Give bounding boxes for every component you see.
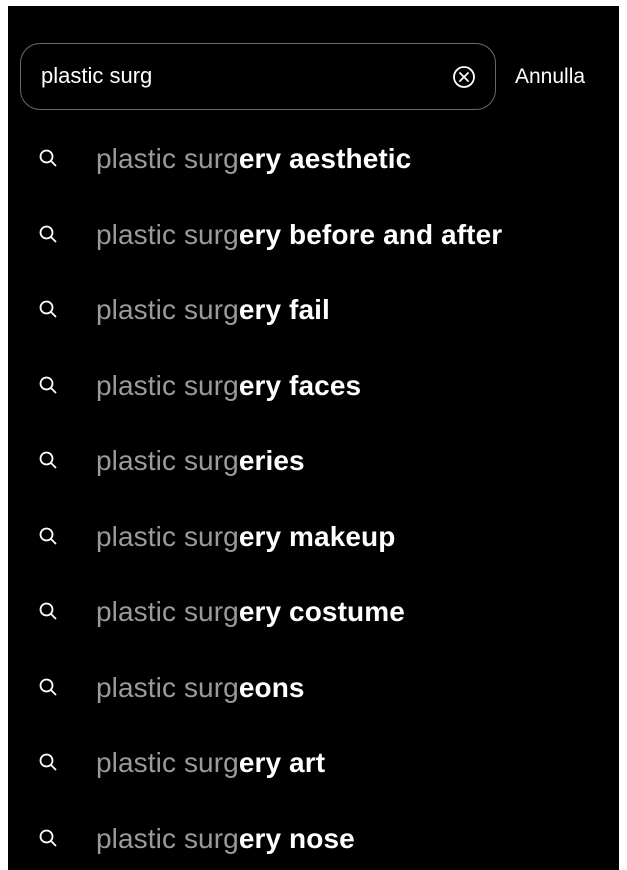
search-icon [38, 299, 58, 319]
search-icon [38, 450, 58, 470]
suggestion-item[interactable]: plastic surgery costume [8, 572, 619, 648]
search-icon [38, 526, 58, 546]
suggestion-item[interactable]: plastic surgeries [8, 421, 619, 497]
suggestion-completion-text: ery faces [238, 369, 362, 401]
suggestion-typed-text: plastic surg [96, 520, 239, 552]
search-input[interactable] [41, 44, 431, 108]
suggestion-item[interactable]: plastic surgery makeup [8, 497, 619, 573]
suggestion-completion-text: ery art [238, 747, 326, 778]
search-icon [38, 828, 58, 848]
search-icon [38, 677, 58, 697]
search-icon [38, 752, 58, 772]
suggestion-typed-text: plastic surg [96, 294, 239, 325]
search-bar: Annulla [8, 43, 619, 113]
suggestion-item[interactable]: plastic surgery before and after [8, 195, 619, 271]
suggestion-item[interactable]: plastic surgery faces [8, 346, 619, 422]
circle-x-icon[interactable] [451, 64, 477, 90]
suggestion-completion-text: ery costume [238, 596, 405, 627]
suggestion-list: plastic surgery aesthetic plastic surgery… [8, 119, 619, 870]
suggestion-completion-text: ery makeup [238, 520, 396, 552]
suggestion-typed-text: plastic surg [96, 747, 239, 778]
suggestion-completion-text: ery nose [238, 822, 355, 854]
search-panel: Annulla plastic surgery aestheticplastic… [8, 6, 619, 870]
suggestion-text: plastic surgeons [96, 648, 305, 728]
suggestion-typed-text: plastic surg [96, 596, 239, 627]
suggestion-item[interactable]: plastic surgery aesthetic [8, 119, 619, 195]
suggestion-text: plastic surgery aesthetic [96, 119, 411, 199]
suggestion-completion-text: eons [238, 671, 305, 703]
suggestion-text: plastic surgery faces [96, 346, 361, 426]
cancel-button[interactable]: Annulla [515, 63, 585, 91]
search-icon [38, 601, 58, 621]
suggestion-completion-text: eries [238, 445, 305, 476]
suggestion-text: plastic surgery fail [96, 270, 330, 350]
suggestion-text: plastic surgery costume [96, 572, 405, 652]
search-box[interactable] [20, 43, 496, 110]
suggestion-text: plastic surgery art [96, 723, 325, 803]
suggestion-item[interactable]: plastic surgery fail [8, 270, 619, 346]
suggestion-typed-text: plastic surg [96, 369, 239, 401]
suggestion-completion-text: ery aesthetic [238, 143, 412, 174]
suggestion-typed-text: plastic surg [96, 822, 239, 854]
search-icon [38, 148, 58, 168]
suggestion-text: plastic surgery before and after [96, 195, 502, 275]
suggestion-typed-text: plastic surg [96, 445, 239, 476]
search-icon [38, 224, 58, 244]
suggestion-text: plastic surgery nose [96, 799, 355, 870]
suggestion-typed-text: plastic surg [96, 671, 239, 703]
suggestion-item[interactable]: plastic surgery art [8, 723, 619, 799]
suggestion-text: plastic surgeries [96, 421, 305, 501]
search-icon [38, 375, 58, 395]
suggestion-completion-text: ery fail [238, 294, 330, 325]
suggestion-item[interactable]: plastic surgery nose [8, 799, 619, 870]
suggestion-text: plastic surgery makeup [96, 497, 395, 577]
suggestion-typed-text: plastic surg [96, 143, 239, 174]
suggestion-typed-text: plastic surg [96, 218, 239, 250]
suggestion-item[interactable]: plastic surgeons [8, 648, 619, 724]
suggestion-completion-text: ery before and after [238, 218, 503, 250]
